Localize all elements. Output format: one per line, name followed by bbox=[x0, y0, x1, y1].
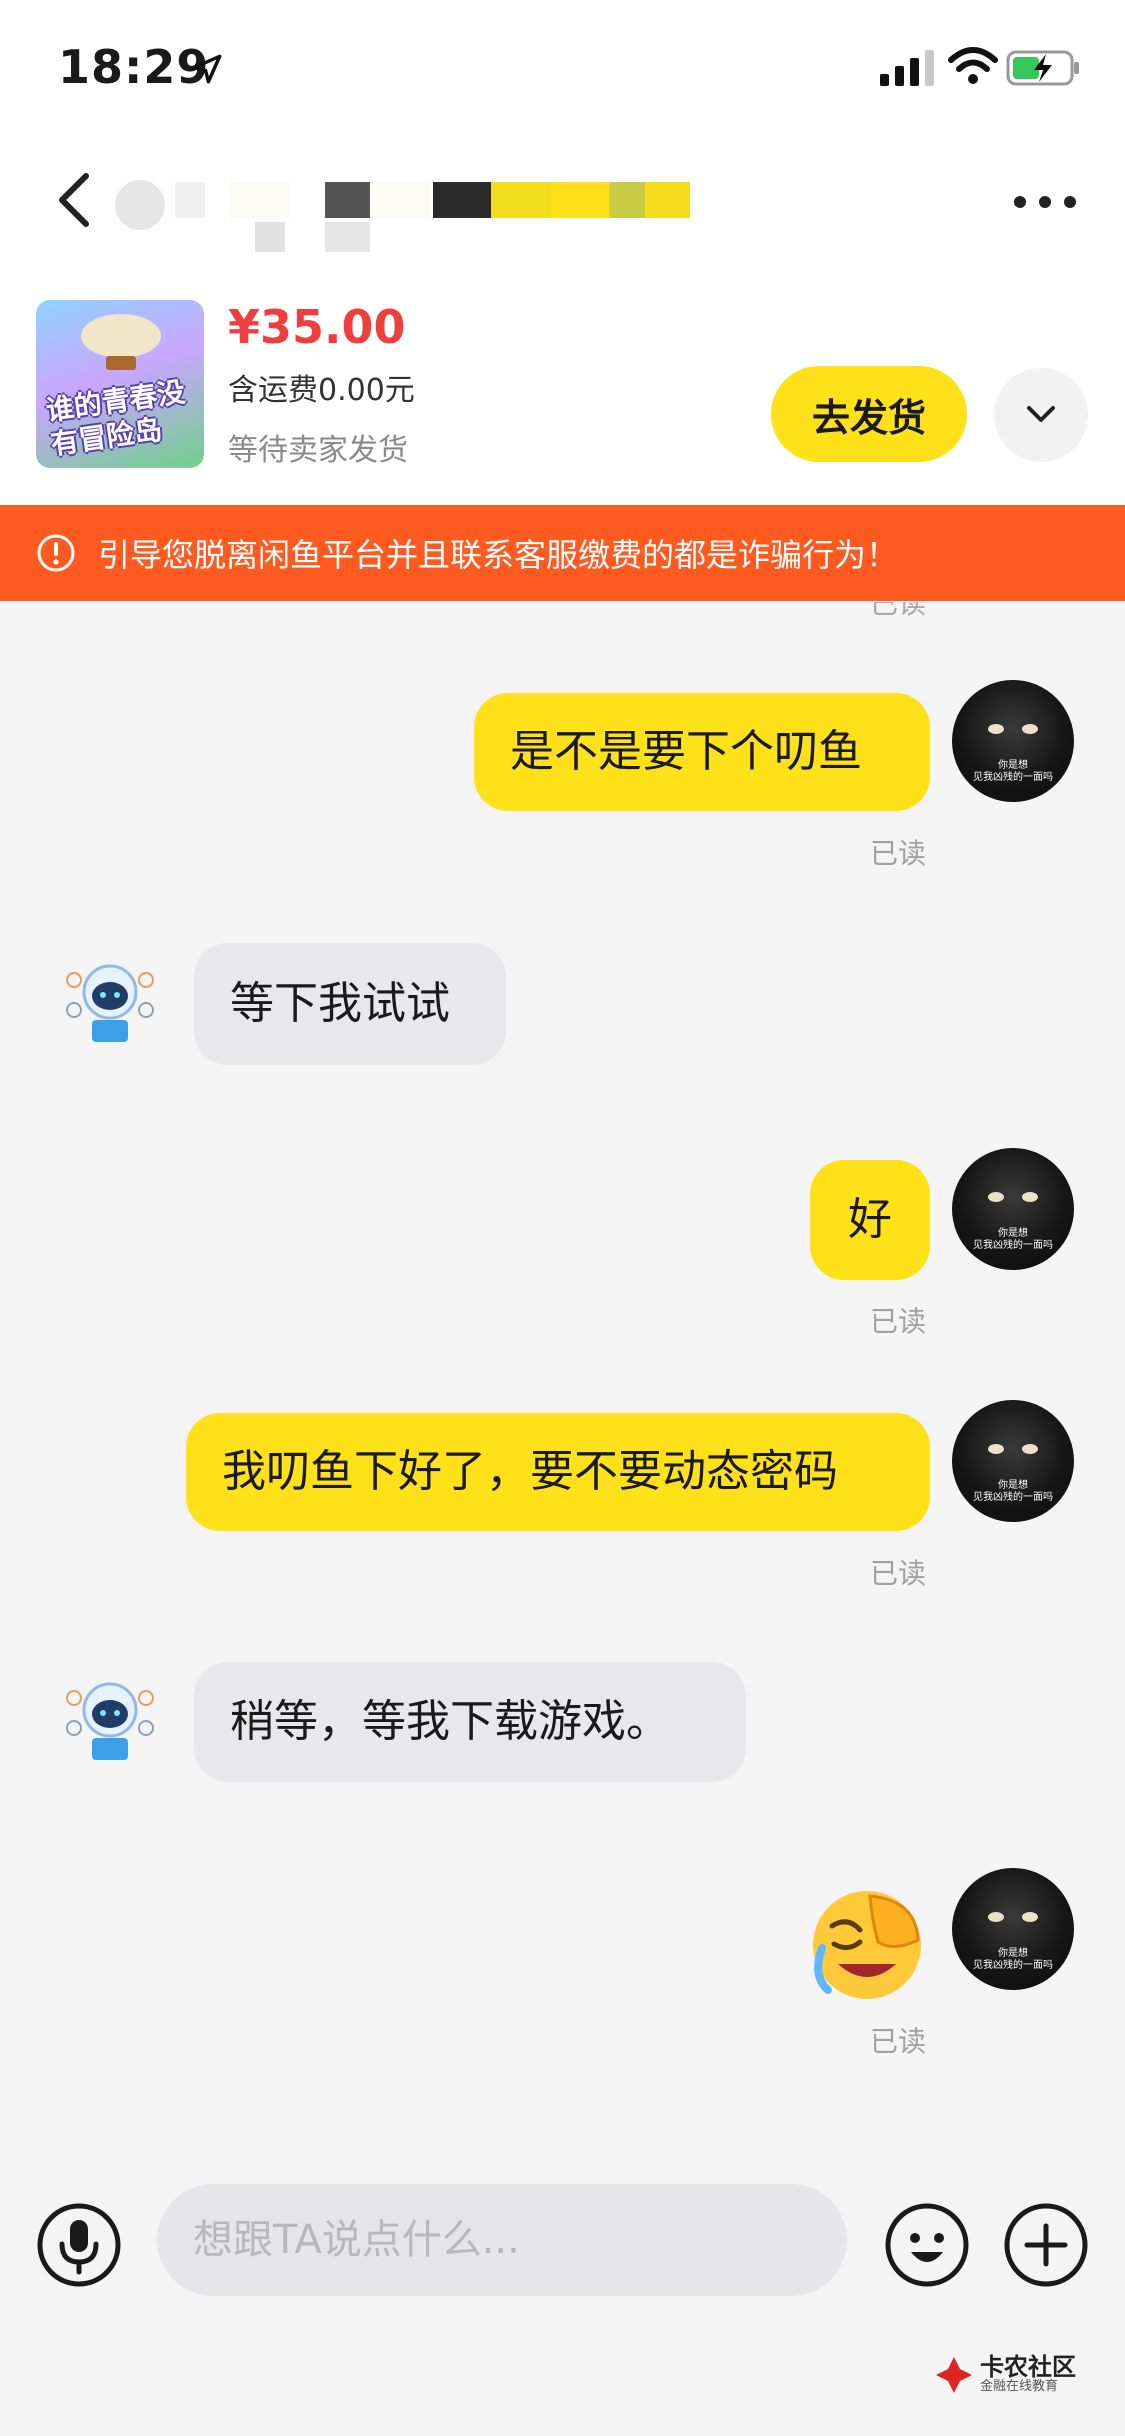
avatar[interactable]: 你是想 见我凶残的一面吗 bbox=[952, 1148, 1074, 1270]
watermark-mark-icon bbox=[936, 2357, 972, 2393]
avatar-caption: 你是想 见我凶残的一面吗 bbox=[973, 760, 1053, 783]
message-bubble[interactable]: 好 bbox=[810, 1160, 930, 1280]
battery-charging-icon bbox=[1006, 50, 1079, 86]
location-arrow-icon bbox=[192, 54, 222, 84]
avatar-caption: 你是想 见我凶残的一面吗 bbox=[973, 1480, 1053, 1503]
more-options-icon[interactable] bbox=[1010, 190, 1080, 214]
watermark-subtitle: 金融在线教育 bbox=[980, 2379, 1059, 2394]
microphone-icon[interactable] bbox=[36, 2202, 122, 2288]
wifi-icon bbox=[948, 47, 998, 84]
robot-avatar-icon[interactable] bbox=[60, 950, 160, 1050]
avatar[interactable]: 你是想 见我凶残的一面吗 bbox=[952, 1400, 1074, 1522]
cellular-signal-icon bbox=[880, 50, 934, 86]
watermark-title: 卡农社区 bbox=[980, 2353, 1076, 2381]
airship-icon bbox=[81, 314, 161, 370]
status-time: 18:29 bbox=[58, 40, 210, 94]
watermark-logo: 卡农社区 金融在线教育 bbox=[934, 2350, 1076, 2400]
status-bar: 18:29 bbox=[0, 0, 1125, 140]
product-thumbnail-text: 谁的青春没有冒险岛 bbox=[43, 375, 188, 462]
fraud-warning-banner: 引导您脱离闲鱼平台并且联系客服缴费的都是诈骗行为！ bbox=[0, 505, 1125, 601]
message-bubble[interactable]: 我叨鱼下好了，要不要动态密码 bbox=[186, 1413, 930, 1531]
read-receipt: 已读 bbox=[870, 837, 927, 870]
message-text: 好 bbox=[848, 1194, 892, 1245]
read-receipt: 已读 bbox=[870, 2025, 927, 2058]
order-status: 等待卖家发货 bbox=[228, 433, 408, 468]
read-receipt: 已读 bbox=[870, 1557, 927, 1590]
message-text: 我叨鱼下好了，要不要动态密码 bbox=[222, 1446, 838, 1497]
message-bubble[interactable]: 稍等，等我下载游戏。 bbox=[194, 1662, 746, 1782]
fraud-warning-text: 引导您脱离闲鱼平台并且联系客服缴费的都是诈骗行为！ bbox=[98, 536, 899, 574]
shipping-fee: 含运费0.00元 bbox=[228, 373, 415, 408]
blurred-contact-name bbox=[115, 170, 855, 252]
avatar[interactable]: 你是想 见我凶残的一面吗 bbox=[952, 1868, 1074, 1990]
avatar-caption: 你是想 见我凶残的一面吗 bbox=[973, 1948, 1053, 1971]
order-card: 谁的青春没有冒险岛 ¥35.00 含运费0.00元 等待卖家发货 去发货 bbox=[0, 260, 1125, 505]
read-receipt: 已读 bbox=[870, 1305, 927, 1338]
message-text: 稍等，等我下载游戏。 bbox=[230, 1696, 670, 1747]
message-text: 等下我试试 bbox=[230, 978, 450, 1029]
message-input-bar: 卡农社区 金融在线教育 bbox=[0, 2160, 1125, 2436]
robot-avatar-icon[interactable] bbox=[60, 1668, 160, 1768]
message-bubble[interactable]: 等下我试试 bbox=[194, 943, 506, 1065]
message-input[interactable] bbox=[157, 2184, 847, 2296]
facepalm-crying-emoji-icon[interactable] bbox=[808, 1886, 926, 2004]
avatar-caption: 你是想 见我凶残的一面吗 bbox=[973, 1228, 1053, 1251]
back-arrow-icon[interactable] bbox=[50, 170, 100, 230]
plus-icon[interactable] bbox=[1003, 2202, 1089, 2288]
product-thumbnail[interactable]: 谁的青春没有冒险岛 bbox=[36, 300, 204, 468]
message-bubble[interactable]: 是不是要下个叨鱼 bbox=[474, 693, 930, 811]
chevron-down-icon bbox=[1027, 406, 1055, 422]
chat-header bbox=[0, 140, 1125, 260]
expand-button[interactable] bbox=[994, 368, 1088, 462]
ship-button[interactable]: 去发货 bbox=[771, 366, 967, 462]
message-text: 是不是要下个叨鱼 bbox=[510, 726, 862, 777]
emoji-smile-icon[interactable] bbox=[884, 2202, 970, 2288]
avatar[interactable]: 你是想 见我凶残的一面吗 bbox=[952, 680, 1074, 802]
warning-icon bbox=[37, 534, 75, 572]
order-price: ¥35.00 bbox=[228, 300, 406, 354]
